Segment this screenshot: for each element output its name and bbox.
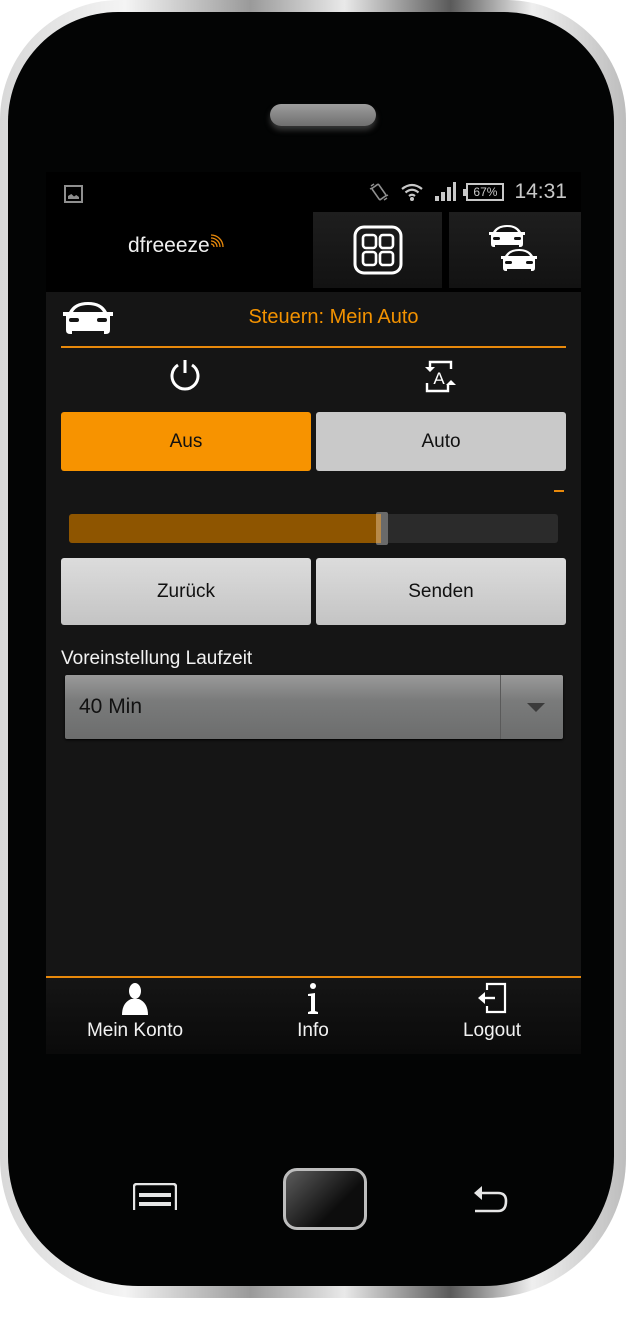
phone-speaker <box>270 104 376 126</box>
nav-account[interactable]: Mein Konto <box>46 978 224 1054</box>
info-icon <box>308 983 318 1014</box>
logout-icon <box>478 982 507 1014</box>
nav-info[interactable]: Info <box>224 978 402 1054</box>
runtime-preset-dropdown[interactable]: 40 Min <box>65 675 563 739</box>
svg-text:A: A <box>433 369 445 388</box>
dropdown-value: 40 Min <box>79 695 143 718</box>
dashboard-button[interactable] <box>313 212 442 288</box>
app-screen: 67% 14:31 dfreeeze Steuern: Mein Auto A … <box>46 172 581 1054</box>
nav-logout[interactable]: Logout <box>403 978 581 1054</box>
nav-account-label: Mein Konto <box>86 1020 184 1041</box>
menu-key-icon[interactable] <box>133 1183 177 1211</box>
grid-icon <box>353 225 402 275</box>
mode-icons-row: A <box>61 350 566 400</box>
home-key[interactable] <box>283 1168 367 1230</box>
battery-indicator: 67% <box>463 183 505 201</box>
signal-waves-icon <box>210 234 224 248</box>
status-bar: 67% 14:31 <box>46 172 581 212</box>
signal-icon <box>435 182 457 201</box>
control-header: Steuern: Mein Auto <box>61 292 566 348</box>
value-readout <box>554 490 564 492</box>
auto-mode-icon: A <box>425 360 456 393</box>
chevron-down-icon <box>527 703 545 712</box>
app-bar: dfreeeze <box>46 212 581 292</box>
control-panel: Steuern: Mein Auto A Aus Auto Zurück Sen… <box>46 292 581 976</box>
power-icon <box>170 360 200 391</box>
preset-label: Voreinstellung Laufzeit <box>61 648 253 669</box>
mode-auto-button[interactable]: Auto <box>316 412 566 471</box>
slider-fill <box>69 514 382 543</box>
mode-off-button[interactable]: Aus <box>61 412 311 471</box>
two-cars-icon <box>489 225 537 271</box>
image-icon <box>64 185 83 203</box>
app-logo: dfreeeze <box>128 234 210 257</box>
wifi-icon <box>401 183 424 201</box>
send-button[interactable]: Senden <box>316 558 566 625</box>
clock: 14:31 <box>514 180 567 203</box>
user-icon <box>122 983 148 1015</box>
back-button[interactable]: Zurück <box>61 558 311 625</box>
nav-info-label: Info <box>297 1020 329 1041</box>
vehicles-button[interactable] <box>449 212 581 288</box>
nav-logout-label: Logout <box>462 1020 522 1041</box>
slider-thumb[interactable] <box>375 512 388 545</box>
back-key-icon[interactable] <box>472 1183 508 1215</box>
vibrate-icon <box>370 183 389 201</box>
bottom-nav: Mein Konto Info Logout <box>46 976 581 1054</box>
runtime-slider[interactable] <box>69 512 558 545</box>
control-title: Steuern: Mein Auto <box>248 306 419 328</box>
dropdown-divider <box>500 675 501 739</box>
